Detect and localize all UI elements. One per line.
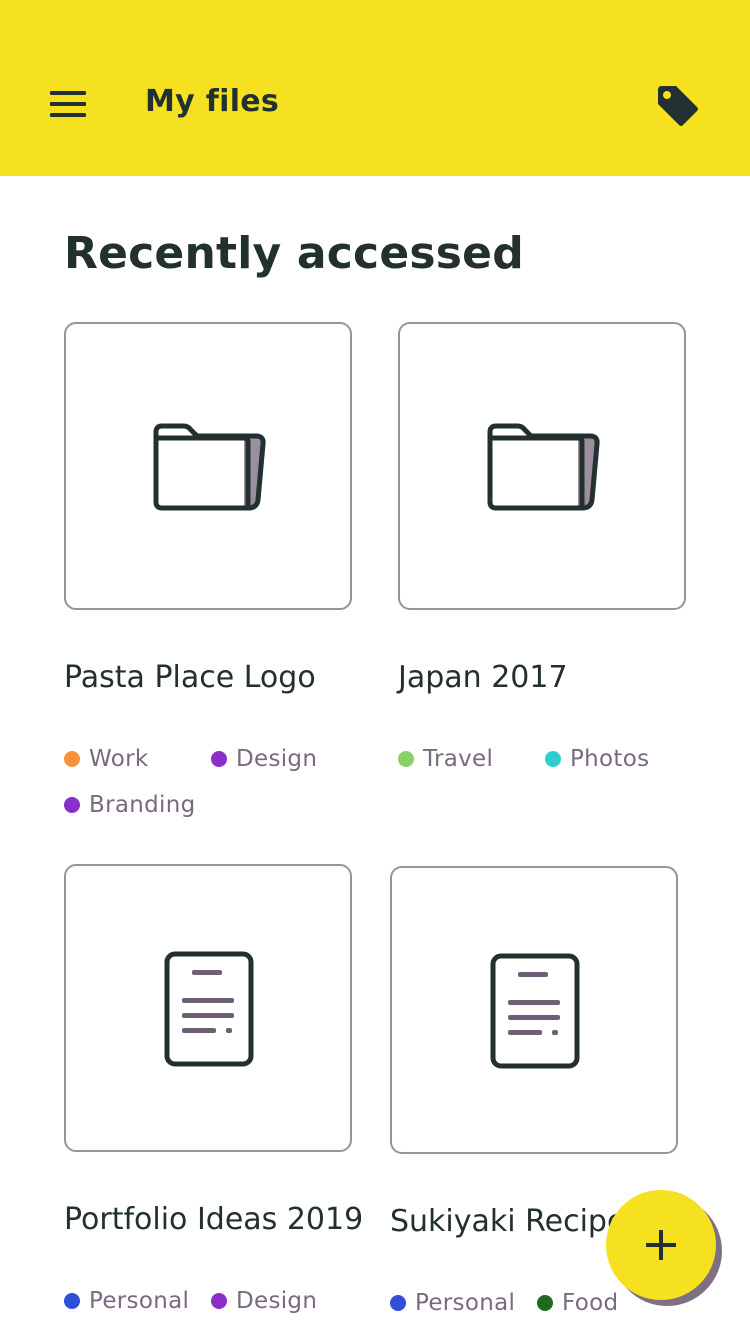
tag-label: Design (236, 1288, 318, 1314)
file-name[interactable]: Japan 2017 (398, 660, 568, 695)
tag-label: Design (236, 746, 318, 772)
section-title: Recently accessed (64, 228, 524, 279)
plus-icon (646, 1230, 676, 1260)
tag[interactable]: Work (64, 746, 148, 772)
file-name[interactable]: Sukiyaki Recipe (390, 1204, 625, 1239)
tag-color-dot (64, 797, 80, 813)
file-card-thumbnail[interactable] (64, 322, 352, 610)
tag-color-dot (398, 751, 414, 767)
tag-color-dot (64, 751, 80, 767)
tag[interactable]: Branding (64, 792, 195, 818)
tag-color-dot (390, 1295, 406, 1311)
page-title: My files (145, 84, 280, 119)
tag-label: Personal (415, 1290, 516, 1316)
tag-label: Food (562, 1290, 619, 1316)
tag-color-dot (211, 751, 227, 767)
tag-label: Travel (423, 746, 494, 772)
file-name[interactable]: Pasta Place Logo (64, 660, 316, 695)
menu-button[interactable] (50, 86, 94, 122)
tag-color-dot (545, 751, 561, 767)
tag[interactable]: Travel (398, 746, 493, 772)
tag[interactable]: Food (537, 1290, 618, 1316)
tag-color-dot (211, 1293, 227, 1309)
tag[interactable]: Photos (545, 746, 649, 772)
tag-label: Work (89, 746, 149, 772)
tag[interactable]: Design (211, 1288, 317, 1314)
tag-color-dot (64, 1293, 80, 1309)
tag[interactable]: Design (211, 746, 317, 772)
menu-icon-line (50, 102, 86, 106)
tag-icon (658, 86, 698, 126)
tag[interactable]: Personal (390, 1290, 515, 1316)
document-icon (490, 953, 580, 1069)
tag-label: Branding (89, 792, 196, 818)
file-card-thumbnail[interactable] (64, 864, 352, 1152)
menu-icon-line (50, 113, 86, 117)
add-button[interactable] (606, 1190, 716, 1300)
app-bar: My files (0, 0, 750, 176)
folder-icon (487, 423, 600, 511)
tag[interactable]: Personal (64, 1288, 189, 1314)
tags-button[interactable] (652, 80, 702, 130)
document-icon (164, 951, 254, 1067)
file-name[interactable]: Portfolio Ideas 2019 (64, 1202, 363, 1237)
file-card-thumbnail[interactable] (390, 866, 678, 1154)
tag-label: Personal (89, 1288, 190, 1314)
menu-icon-line (50, 91, 86, 95)
tag-label: Photos (570, 746, 650, 772)
tag-color-dot (537, 1295, 553, 1311)
folder-icon (153, 423, 266, 511)
file-card-thumbnail[interactable] (398, 322, 686, 610)
